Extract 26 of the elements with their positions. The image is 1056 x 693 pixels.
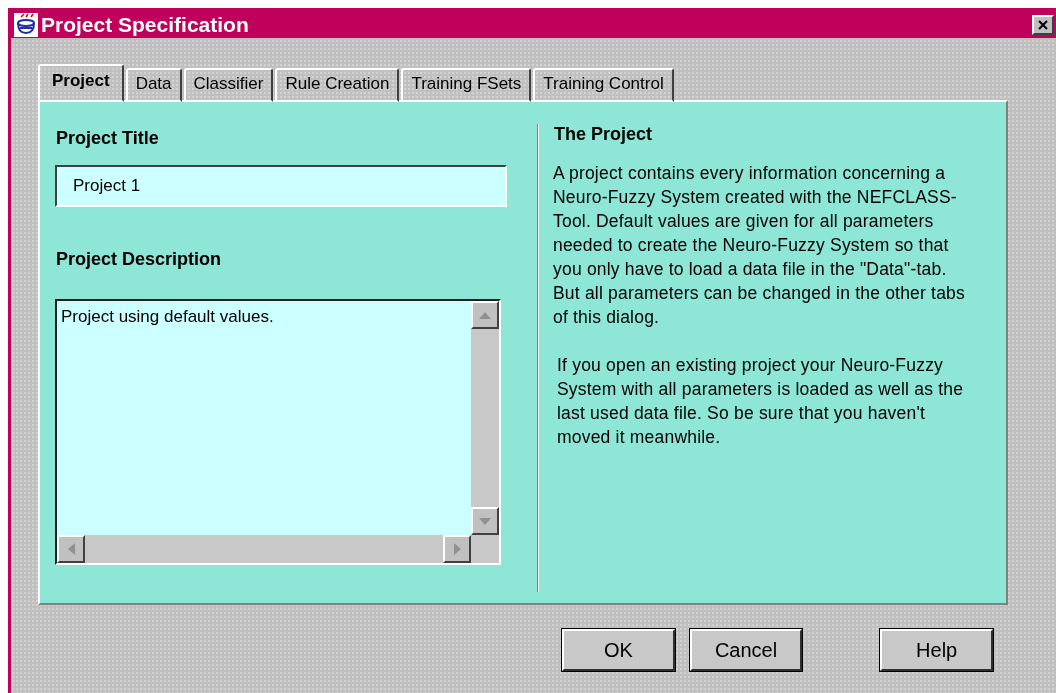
right-arrow-icon xyxy=(453,543,461,555)
description-text-area[interactable]: Project using default values. xyxy=(55,299,501,565)
project-title-field[interactable]: Project 1 xyxy=(55,165,507,207)
ok-button[interactable]: OK xyxy=(562,629,675,671)
up-arrow-icon xyxy=(479,311,491,319)
vertical-scrollbar[interactable] xyxy=(471,301,499,535)
field-label: Project Title xyxy=(56,128,160,149)
close-button[interactable] xyxy=(1032,14,1054,35)
description-text: Project using default values. xyxy=(60,306,275,328)
cancel-button[interactable]: Cancel xyxy=(689,629,803,671)
info-paragraph: If you open an existing project your Neuro-Fuzzy System with all parameters is loaded as well as the last used data file. So be sure that you haven't moved it meanwhile. xyxy=(557,354,965,449)
down-arrow-icon xyxy=(479,517,491,525)
help-button[interactable]: Help xyxy=(880,629,993,671)
scroll-up-button[interactable] xyxy=(471,301,499,329)
info-heading: The Project xyxy=(554,124,653,144)
left-arrow-icon xyxy=(67,543,75,555)
scroll-right-button[interactable] xyxy=(443,535,471,563)
window-title: Project Specification xyxy=(41,12,250,37)
scrollbar-corner xyxy=(471,535,499,563)
info-paragraph: A project contains every information concerning a Neuro-Fuzzy System created with the NEFCLASS-Tool. Default values are given for all parameters needed to create the Neuro-Fuzzy System so that you only have to load a data file in the "Data"-tab. But all parameters can be changed in the other tabs of this dialog. xyxy=(553,162,966,329)
field-label: Project Description xyxy=(56,249,223,270)
scroll-left-button[interactable] xyxy=(57,535,85,563)
app-icon xyxy=(14,12,38,37)
scroll-down-button[interactable] xyxy=(471,507,499,535)
close-icon xyxy=(1038,19,1048,30)
horizontal-scrollbar[interactable] xyxy=(57,535,471,563)
